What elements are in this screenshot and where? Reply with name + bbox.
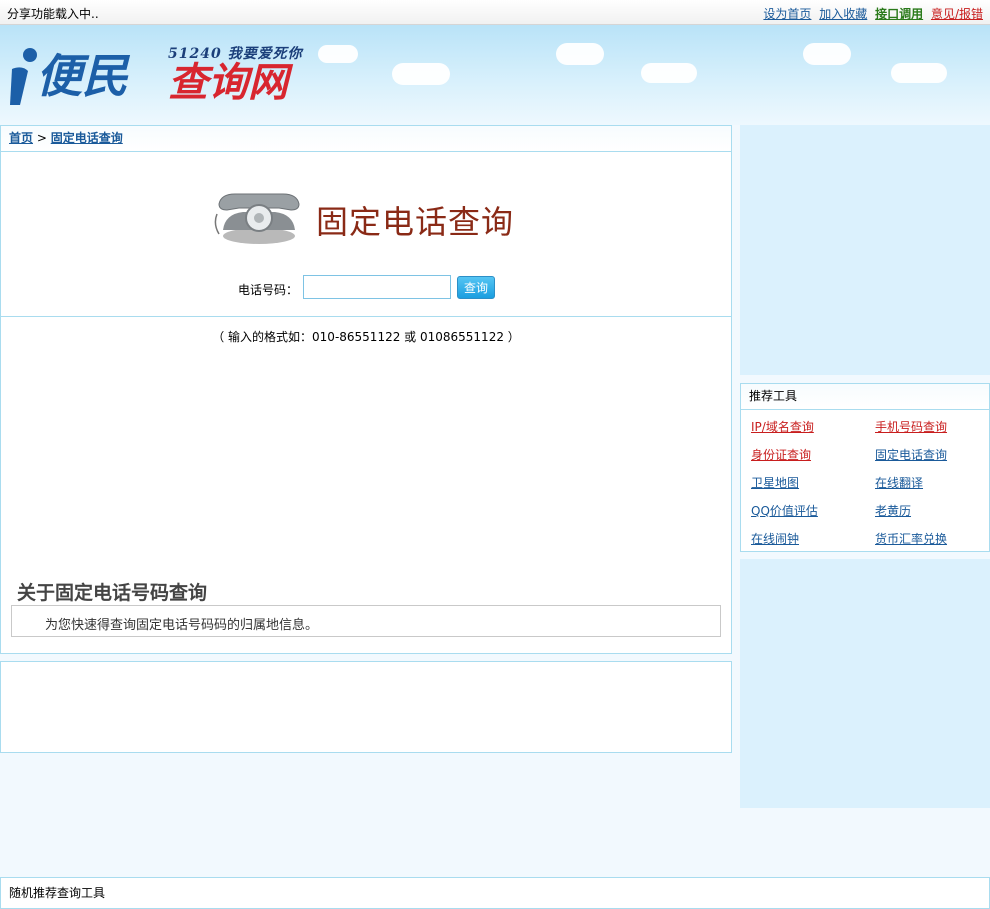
feedback-link[interactable]: 意见/报错 <box>931 7 983 21</box>
recommended-tools-panel: 推荐工具 IP/域名查询 手机号码查询 身份证查询 固定电话查询 卫星地图 在线… <box>740 383 990 552</box>
recommended-tools-heading: 推荐工具 <box>741 384 989 410</box>
phone-number-input[interactable] <box>303 275 451 299</box>
set-homepage-link[interactable]: 设为首页 <box>763 7 811 21</box>
tool-link-almanac[interactable]: 老黄历 <box>875 502 911 519</box>
top-bar: 分享功能载入中.. 设为首页 加入收藏 接口调用 意见/报错 <box>0 0 990 25</box>
tool-link-mobile[interactable]: 手机号码查询 <box>875 418 947 435</box>
breadcrumb: 首页 > 固定电话查询 <box>1 126 731 152</box>
breadcrumb-current-link[interactable]: 固定电话查询 <box>51 131 123 145</box>
bookmark-link[interactable]: 加入收藏 <box>819 7 867 21</box>
logo-person-icon <box>10 48 37 105</box>
tool-link-currency[interactable]: 货币汇率兑换 <box>875 530 947 547</box>
about-box: 为您快速得查询固定电话号码码的归属地信息。 <box>11 605 721 637</box>
tool-link-satellite-map[interactable]: 卫星地图 <box>751 474 799 491</box>
tool-link-alarm-clock[interactable]: 在线闹钟 <box>751 530 799 547</box>
breadcrumb-separator: > <box>36 131 47 145</box>
cloud-decoration <box>318 45 358 63</box>
tool-link-id-card[interactable]: 身份证查询 <box>751 446 811 463</box>
logo-word-bianmin: 便民 <box>36 49 128 103</box>
phone-number-label: 电话号码： <box>238 283 299 297</box>
cloud-decoration <box>641 63 697 83</box>
ad-placeholder-box <box>0 661 732 753</box>
cloud-decoration <box>392 63 450 85</box>
site-logo[interactable]: 51240 我要爱死你 便民 查询网 <box>8 35 308 115</box>
cloud-decoration <box>891 63 947 83</box>
about-text: 为您快速得查询固定电话号码码的归属地信息。 <box>45 618 319 633</box>
header-banner: 51240 我要爱死你 便民 查询网 <box>0 25 990 125</box>
cloud-decoration <box>556 43 604 65</box>
share-status-text: 分享功能载入中.. <box>7 7 99 21</box>
main-panel: 首页 > 固定电话查询 固定电话查询 电话号码： 查询 （ 输入的格式如：010… <box>0 125 732 654</box>
about-heading: 关于固定电话号码查询 <box>17 582 208 604</box>
sidebar-ad-top <box>740 125 990 375</box>
api-link[interactable]: 接口调用 <box>875 7 923 21</box>
logo-word-chaxun: 查询网 <box>168 59 288 106</box>
format-hint: （ 输入的格式如：010-86551122 或 01086551122 ） <box>212 330 520 344</box>
tool-link-qq-value[interactable]: QQ价值评估 <box>751 502 818 519</box>
tool-link-translate[interactable]: 在线翻译 <box>875 474 923 491</box>
sidebar-ad-bottom <box>740 559 990 808</box>
top-links: 设为首页 加入收藏 接口调用 意见/报错 <box>759 5 983 22</box>
query-button[interactable]: 查询 <box>457 276 495 299</box>
random-tools-bar: 随机推荐查询工具 <box>0 877 990 909</box>
tool-link-landline[interactable]: 固定电话查询 <box>875 446 947 463</box>
tool-link-ip-domain[interactable]: IP/域名查询 <box>751 418 814 435</box>
breadcrumb-home-link[interactable]: 首页 <box>9 131 33 145</box>
telephone-icon <box>214 193 300 244</box>
cloud-decoration <box>803 43 851 65</box>
page-title: 固定电话查询 <box>316 203 515 241</box>
random-tools-heading: 随机推荐查询工具 <box>9 886 106 900</box>
